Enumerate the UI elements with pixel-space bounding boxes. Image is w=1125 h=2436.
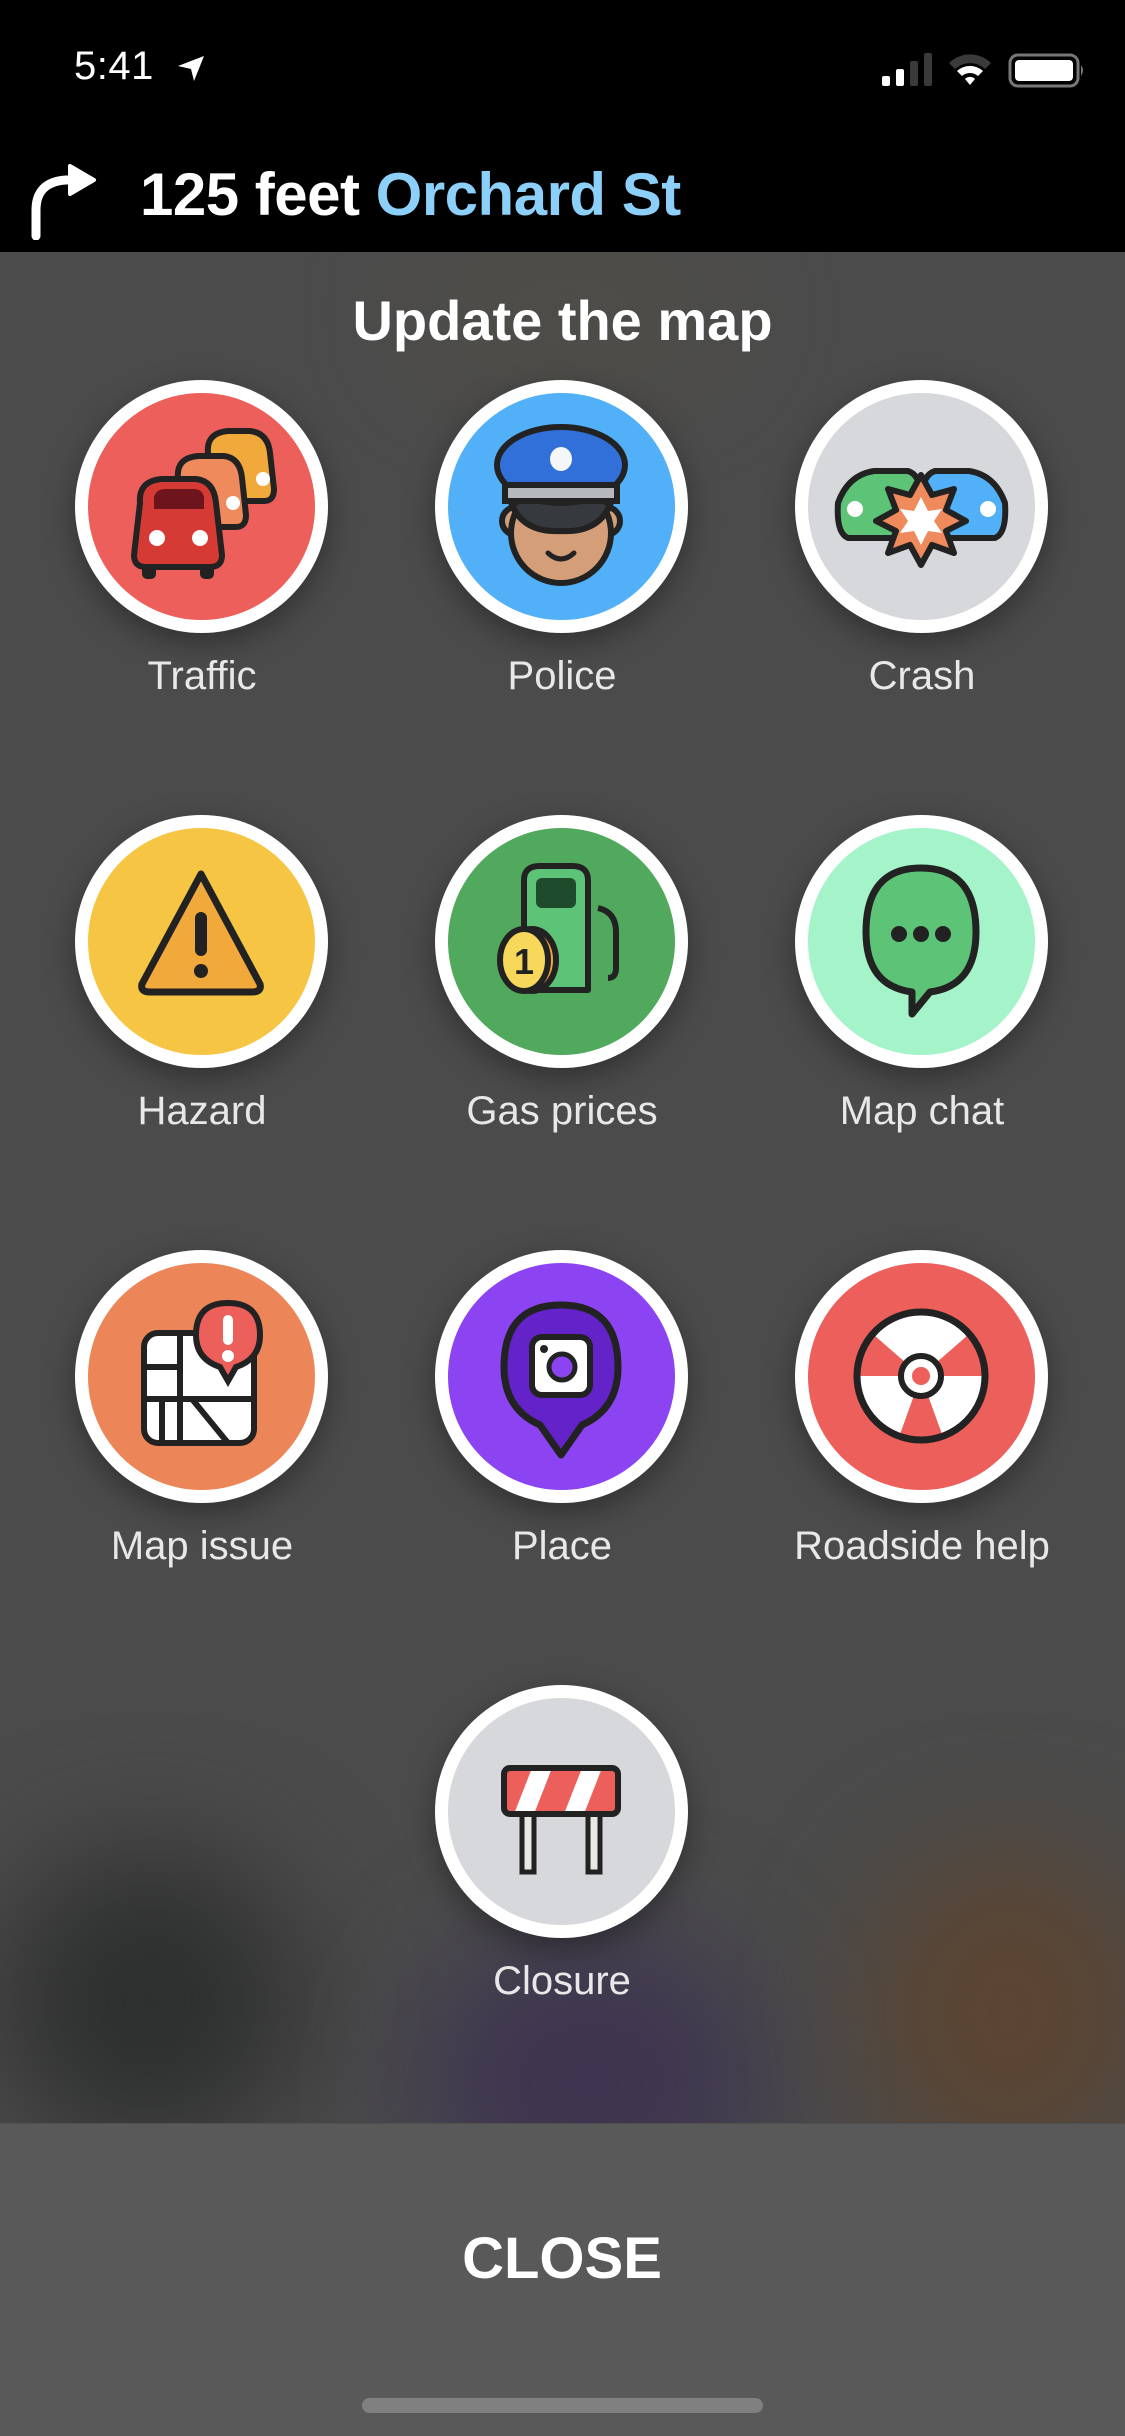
location-arrow-icon xyxy=(178,56,204,81)
report-police[interactable]: Police xyxy=(382,380,742,710)
report-traffic[interactable]: Traffic xyxy=(22,380,382,710)
nav-street: Orchard St xyxy=(375,161,682,228)
gas-prices-label: Gas prices xyxy=(466,1089,658,1133)
map-issue-button[interactable] xyxy=(75,1250,328,1503)
report-sheet: Update the map Traffic Police Crash Haza… xyxy=(0,252,1125,2436)
report-grid: Update the map Traffic Police Crash Haza… xyxy=(0,252,1125,2232)
report-map-chat[interactable]: Map chat xyxy=(742,815,1102,1145)
place-camera-pin-icon xyxy=(448,1263,675,1490)
place-button[interactable] xyxy=(435,1250,688,1503)
gas-prices-button[interactable]: 1 xyxy=(435,815,688,1068)
gas-pump-icon: 1 xyxy=(448,828,675,1055)
police-officer-icon xyxy=(448,393,675,620)
svg-text:1: 1 xyxy=(514,941,534,982)
report-gas-prices[interactable]: 1 Gas prices xyxy=(382,815,742,1145)
crash-icon xyxy=(808,393,1035,620)
map-issue-label: Map issue xyxy=(110,1524,294,1568)
roadside-help-button[interactable] xyxy=(795,1250,1048,1503)
signal-icon xyxy=(882,53,932,86)
report-place[interactable]: Place xyxy=(382,1250,742,1580)
map-issue-icon xyxy=(88,1263,315,1490)
hazard-label: Hazard xyxy=(137,1089,267,1133)
closure-button[interactable] xyxy=(435,1685,688,1938)
home-indicator[interactable] xyxy=(362,2398,763,2413)
close-button[interactable]: CLOSE xyxy=(362,2204,762,2314)
battery-icon xyxy=(1008,53,1083,88)
roadside-help-label: Roadside help xyxy=(794,1524,1050,1568)
close-area: CLOSE xyxy=(0,2123,1125,2436)
status-indicators xyxy=(882,53,1083,88)
sheet-title: Update the map xyxy=(352,289,773,352)
nav-distance: 125 feet xyxy=(140,161,360,228)
crash-button[interactable] xyxy=(795,380,1048,633)
turn-right-icon xyxy=(31,164,96,240)
map-chat-label: Map chat xyxy=(839,1089,1005,1133)
hazard-button[interactable] xyxy=(75,815,328,1068)
report-closure[interactable]: Closure xyxy=(382,1685,742,2015)
report-hazard[interactable]: Hazard xyxy=(22,815,382,1145)
map-chat-button[interactable] xyxy=(795,815,1048,1068)
hazard-warning-icon xyxy=(88,828,315,1055)
top-header: 5:41 125 feet Orchard St xyxy=(0,0,1125,252)
road-barrier-icon xyxy=(448,1698,675,1925)
traffic-cars-icon xyxy=(88,393,315,620)
traffic-button[interactable] xyxy=(75,380,328,633)
report-roadside-help[interactable]: Roadside help xyxy=(742,1250,1102,1580)
police-label: Police xyxy=(507,654,617,698)
police-button[interactable] xyxy=(435,380,688,633)
wifi-icon xyxy=(949,54,991,85)
chat-bubble-icon xyxy=(808,828,1035,1055)
crash-label: Crash xyxy=(868,654,976,698)
report-map-issue[interactable]: Map issue xyxy=(22,1250,382,1580)
status-time: 5:41 xyxy=(74,44,154,88)
nav-instruction: 125 feet Orchard St xyxy=(140,160,681,229)
place-label: Place xyxy=(511,1524,613,1568)
traffic-label: Traffic xyxy=(147,654,257,698)
closure-label: Closure xyxy=(493,1959,631,2003)
report-crash[interactable]: Crash xyxy=(742,380,1102,710)
tire-icon xyxy=(808,1263,1035,1490)
